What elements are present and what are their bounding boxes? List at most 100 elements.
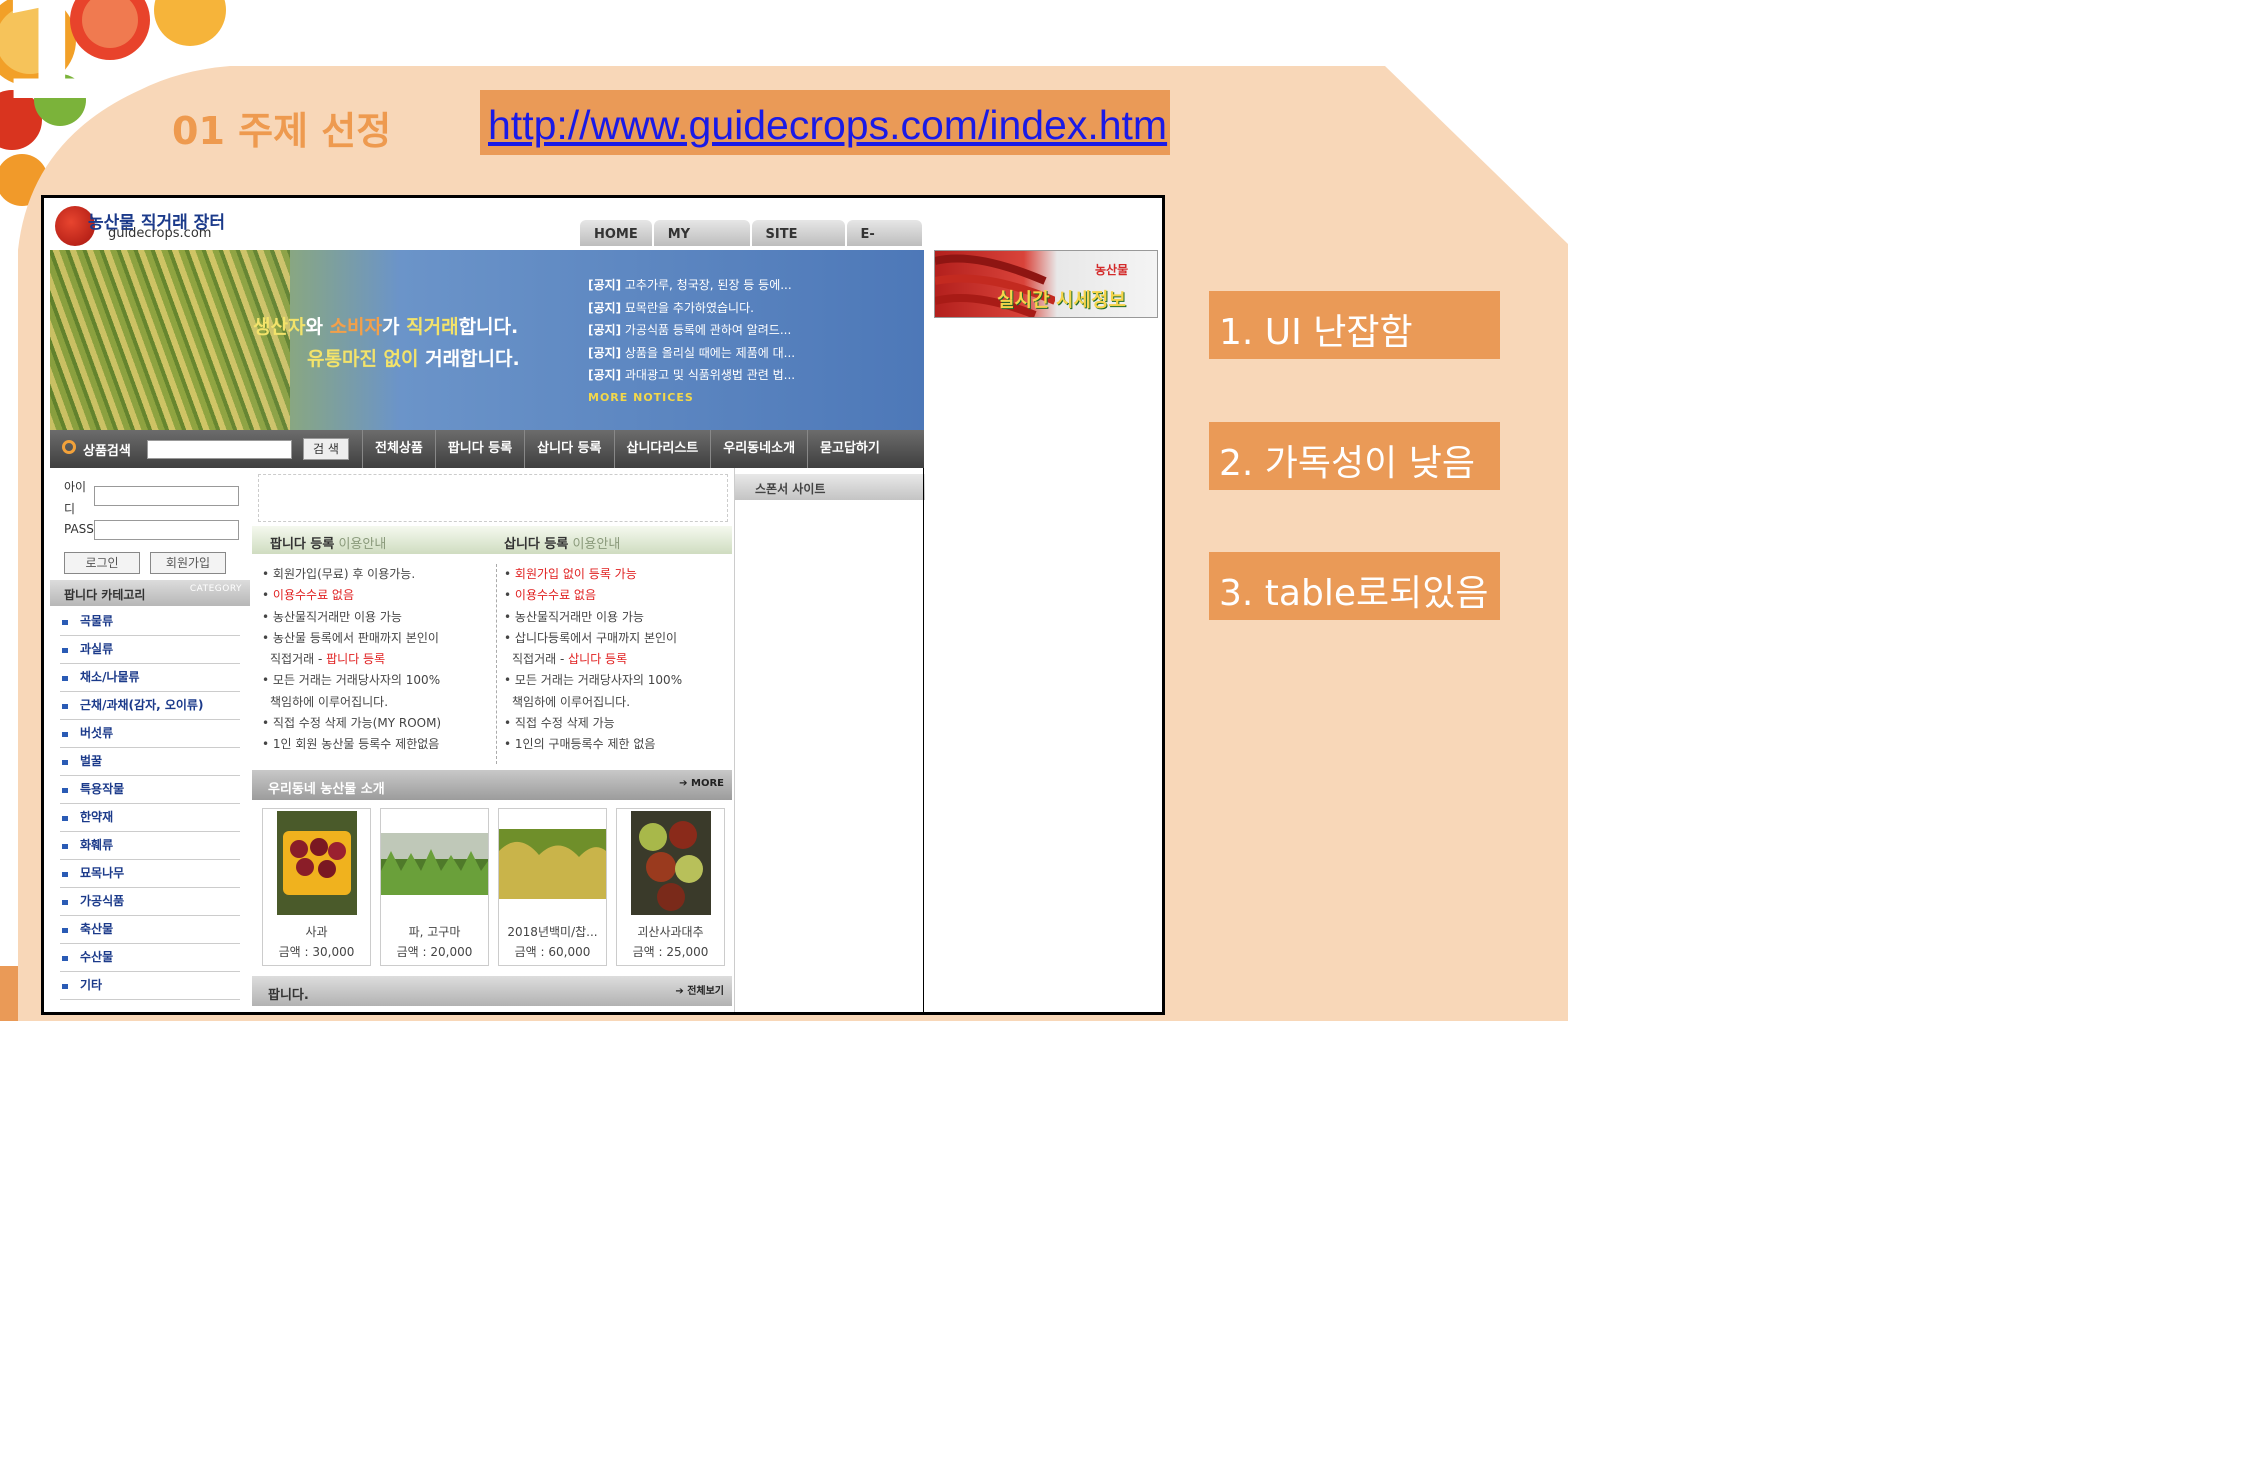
category-item-label: 벌꿀 <box>80 754 103 768</box>
site-url-link[interactable]: http://www.guidecrops.com/index.htm <box>488 102 1167 149</box>
category-item[interactable]: 근채/과채(감자, 오이류) <box>60 692 240 720</box>
category-item-label: 기타 <box>80 978 103 992</box>
apple-basket-image <box>277 811 357 915</box>
product-card[interactable]: 2018년백미/찹... 금액 : 60,000 <box>498 808 607 966</box>
main-nav-buy-list[interactable]: 삽니다리스트 <box>613 430 711 468</box>
price-info-banner[interactable]: 농산물 실시간 시세정보 <box>934 250 1158 318</box>
guide-line: • 이용수수료 없음 <box>504 588 597 603</box>
product-card[interactable]: 파, 고구마 금액 : 20,000 <box>380 808 489 966</box>
product-card[interactable]: 괴산사과대추 금액 : 25,000 <box>616 808 725 966</box>
category-item-label: 가공식품 <box>80 894 125 908</box>
notice-list: [공지] 고추가루, 청국장, 된장 등 등에... [공지] 묘목란을 추가하… <box>588 274 795 409</box>
more-notices-link[interactable]: MORE NOTICES <box>588 387 795 410</box>
guide-line: 직접거래 - 삽니다 등록 <box>504 649 734 670</box>
guide-line-highlight: 회원가입 없이 등록 가능 <box>514 567 637 581</box>
category-item[interactable]: 가공식품 <box>60 888 240 916</box>
guide-header: 팝니다 등록 이용안내 삽니다 등록 이용안내 <box>252 526 732 554</box>
id-input[interactable] <box>94 486 239 506</box>
center-column: 팝니다 등록 이용안내 삽니다 등록 이용안내 • 회원가입(무료) 후 이용가… <box>252 468 732 1012</box>
notice-tag: [공지] <box>588 368 622 382</box>
login-button[interactable]: 로그인 <box>64 552 140 574</box>
rice-field-image <box>499 829 606 899</box>
product-card[interactable]: 사과 금액 : 30,000 <box>262 808 371 966</box>
bullet-icon <box>62 732 68 737</box>
product-price: 금액 : 30,000 <box>278 945 355 959</box>
category-item[interactable]: 묘목나무 <box>60 860 240 888</box>
guide-line: 책임하에 이루어집니다. <box>262 692 492 713</box>
price-banner-big: 실시간 시세정보 <box>997 289 1126 311</box>
category-item[interactable]: 축산물 <box>60 916 240 944</box>
category-item[interactable]: 특용작물 <box>60 776 240 804</box>
guide-line: 직접거래 - 팝니다 등록 <box>262 649 492 670</box>
guide-line-text: 농산물 등록에서 판매까지 본인이 <box>272 630 439 645</box>
guide-line-text: 농산물직거래만 이용 가능 <box>514 609 644 624</box>
top-nav-home[interactable]: HOME <box>580 220 652 246</box>
sponsor-title: 스폰서 사이트 <box>755 482 826 496</box>
guide-line: • 회원가입(무료) 후 이용가능. <box>262 567 416 581</box>
product-name: 사과 <box>305 925 328 939</box>
notice-item[interactable]: [공지] 상품을 올리실 때에는 제품에 대... <box>588 342 795 365</box>
category-item[interactable]: 기타 <box>60 972 240 1000</box>
top-nav-my-room[interactable]: MY ROOM <box>653 220 750 272</box>
main-nav-all-products[interactable]: 전체상품 <box>362 430 435 468</box>
notice-tag: [공지] <box>588 300 622 315</box>
local-more-link[interactable]: ➔ MORE <box>679 778 724 789</box>
guide-line: • 이용수수료 없음 <box>262 588 355 603</box>
category-item[interactable]: 버섯류 <box>60 720 240 748</box>
local-products-header: 우리동네 농산물 소개 ➔ MORE <box>252 770 732 800</box>
guide-line: • 농산물직거래만 이용 가능 <box>262 609 402 624</box>
category-item[interactable]: 벌꿀 <box>60 748 240 776</box>
main-nav-buy-register[interactable]: 삽니다 등록 <box>524 430 613 468</box>
guide-line-highlight: 이용수수료 없음 <box>272 588 355 603</box>
note-box-1: 1. UI 난잡함 <box>1209 291 1500 359</box>
category-item[interactable]: 수산물 <box>60 944 240 972</box>
column-divider <box>923 468 924 1012</box>
notice-item[interactable]: [공지] 가공식품 등록에 관하여 알려드... <box>588 319 795 342</box>
category-item[interactable]: 곡물류 <box>60 608 240 636</box>
guide-line-highlight: 이용수수료 없음 <box>514 588 597 603</box>
category-item[interactable]: 과실류 <box>60 636 240 664</box>
search-button[interactable]: 검 색 <box>303 438 349 460</box>
category-item[interactable]: 화훼류 <box>60 832 240 860</box>
banner-headline-2: 유통마진 없이 거래합니다. <box>307 344 520 371</box>
category-title-en: CATEGORY <box>189 584 242 594</box>
notice-item[interactable]: [공지] 고추가루, 청국장, 된장 등 등에... <box>588 274 795 297</box>
product-name: 파, 고구마 <box>408 925 461 939</box>
main-nav-sell-register[interactable]: 팝니다 등록 <box>434 430 524 468</box>
bullet-icon <box>62 816 68 821</box>
notice-text: 과대광고 및 식품위생법 관련 법... <box>621 368 796 382</box>
search-label: 상품검색 <box>83 444 131 459</box>
main-nav-qna[interactable]: 묻고답하기 <box>807 430 892 468</box>
bullet-icon <box>62 676 68 681</box>
bullet-icon <box>62 928 68 933</box>
rice-plant-image <box>50 250 290 430</box>
main-nav-local-intro[interactable]: 우리동네소개 <box>710 430 807 468</box>
top-nav-site-map[interactable]: SITE MAP <box>751 220 845 272</box>
guide-line-text: 1인의 구매등록수 제한 없음 <box>514 737 656 752</box>
sell-guide-list: • 회원가입(무료) 후 이용가능. • 이용수수료 없음 • 농산물직거래만 이용… <box>262 564 492 756</box>
guide-line: 책임하에 이루어집니다. <box>504 692 734 713</box>
category-list: 곡물류 과실류 채소/나물류 근채/과채(감자, 오이류) 버섯류 벌꿀 특용작… <box>60 608 240 1000</box>
notice-item[interactable]: [공지] 과대광고 및 식품위생법 관련 법... <box>588 364 795 387</box>
guide-line: • 회원가입 없이 등록 가능 <box>504 567 637 581</box>
category-item-label: 수산물 <box>80 950 114 964</box>
guide-line: • 직접 수정 삭제 가능 <box>504 716 615 731</box>
join-button[interactable]: 회원가입 <box>150 552 226 574</box>
pass-label: PASS <box>64 522 94 536</box>
search-nav-bar: 상품검색 검 색 전체상품 팝니다 등록 삽니다 등록 삽니다리스트 우리동네소… <box>50 430 924 468</box>
password-input[interactable] <box>94 520 239 540</box>
category-item[interactable]: 채소/나물류 <box>60 664 240 692</box>
top-nav-email[interactable]: E-MAIL <box>846 220 922 272</box>
category-item-label: 특용작물 <box>80 782 125 796</box>
category-item[interactable]: 한약재 <box>60 804 240 832</box>
category-item-label: 화훼류 <box>80 838 114 852</box>
product-price: 금액 : 60,000 <box>514 945 591 959</box>
search-input[interactable] <box>147 440 292 459</box>
notice-item[interactable]: [공지] 묘목란을 추가하였습니다. <box>588 297 795 320</box>
category-item-label: 묘목나무 <box>80 866 125 880</box>
sell-section-header: 팝니다. ➔ 전체보기 <box>252 976 732 1006</box>
sell-view-all-link[interactable]: ➔ 전체보기 <box>675 982 724 997</box>
guide-line: • 직접 수정 삭제 가능(MY ROOM) <box>262 716 442 731</box>
bullet-icon <box>62 984 68 989</box>
guide-line: • 농산물직거래만 이용 가능 <box>504 609 644 624</box>
